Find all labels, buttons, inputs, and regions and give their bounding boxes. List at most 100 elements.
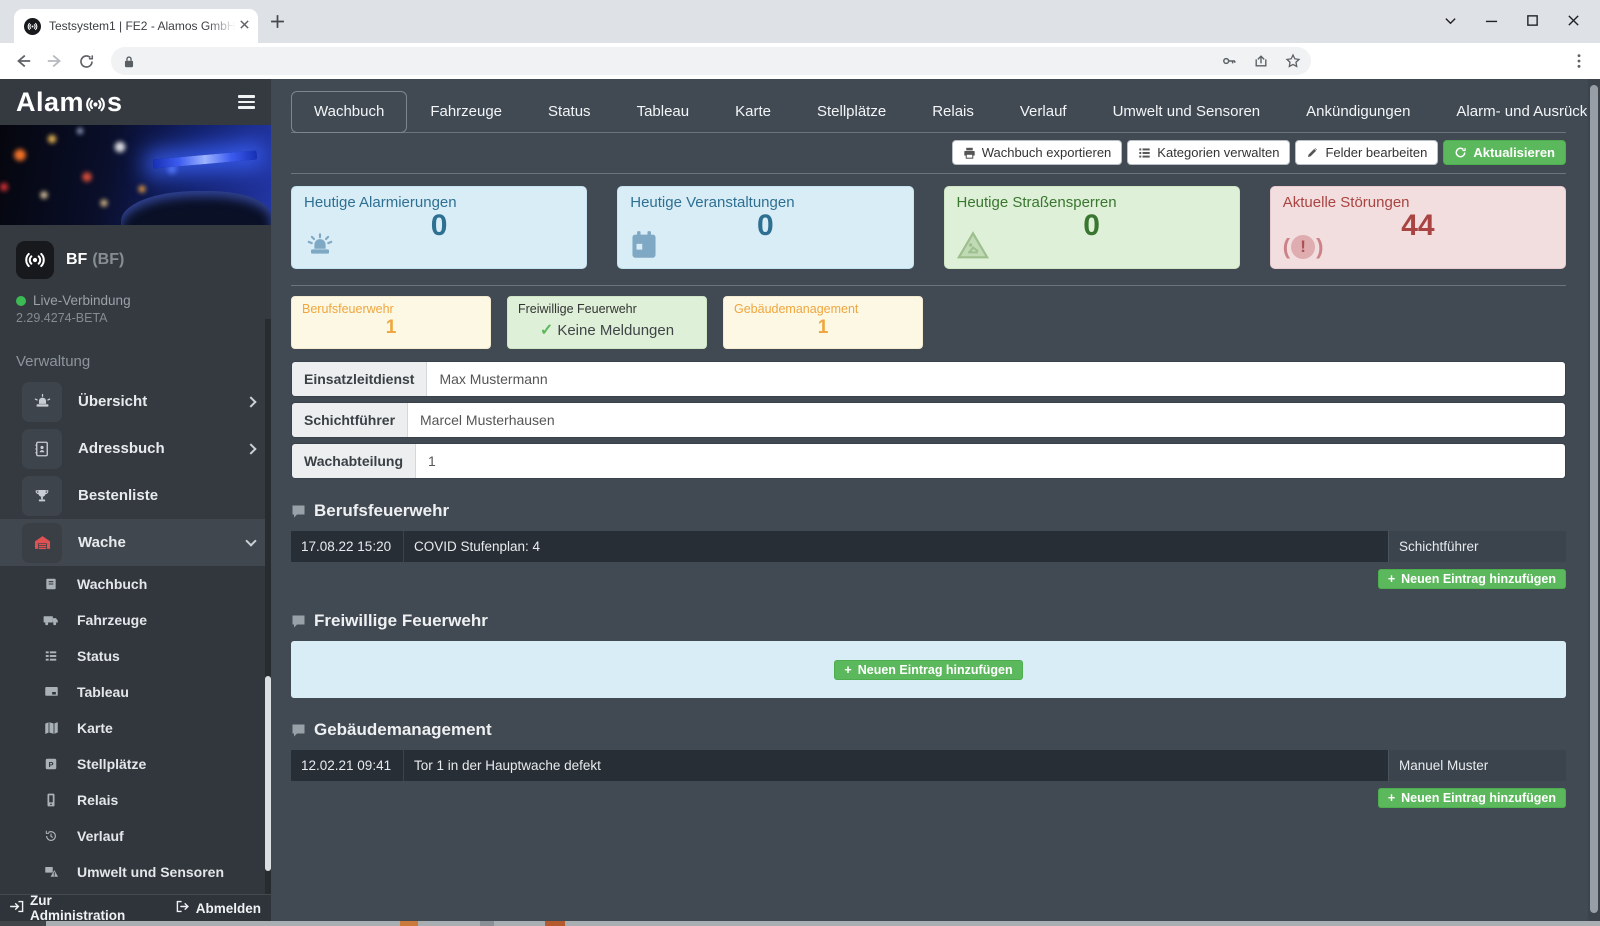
lock-icon[interactable] (123, 55, 135, 68)
back-icon[interactable] (14, 52, 32, 70)
browser-tab-strip: Testsystem1 | FE2 - Alamos GmbH (0, 0, 1600, 43)
sensor-icon (42, 865, 60, 879)
chevron-right-icon (245, 443, 256, 454)
map-icon (42, 721, 60, 735)
sidebar-subitem-status[interactable]: Status (0, 638, 271, 674)
station-name: BF (66, 251, 87, 269)
tab-karte[interactable]: Karte (712, 91, 794, 132)
browser-tab[interactable]: Testsystem1 | FE2 - Alamos GmbH (14, 9, 258, 43)
sidebar-item-wache[interactable]: Wache (0, 519, 271, 566)
calendar-icon (630, 230, 658, 260)
firestation-icon (22, 523, 62, 563)
categories-icon (1138, 147, 1151, 159)
tab-wachbuch[interactable]: Wachbuch (291, 91, 407, 133)
sidebar-subitem-wachbuch[interactable]: Wachbuch (0, 566, 271, 602)
pen-icon (1306, 146, 1319, 159)
close-icon[interactable] (1567, 14, 1580, 27)
star-icon[interactable] (1285, 53, 1301, 69)
sidebar-subitem-stellplaetze[interactable]: P Stellplätze (0, 746, 271, 782)
export-wachbuch-button[interactable]: Wachbuch exportieren (952, 140, 1123, 165)
refresh-icon (1454, 146, 1467, 159)
manage-categories-button[interactable]: Kategorien verwalten (1127, 140, 1290, 165)
action-bar: Wachbuch exportieren Kategorien verwalte… (291, 133, 1566, 174)
tab-stellplaetze[interactable]: Stellplätze (794, 91, 909, 132)
sidebar-footer: Zur Administration Abmelden (0, 894, 271, 921)
sign-out-icon (176, 900, 190, 916)
sidebar-item-label: Übersicht (78, 393, 147, 410)
section-title-freiwillige-feuerwehr: Freiwillige Feuerwehr (291, 611, 1566, 631)
sidebar-subitem-fahrzeuge[interactable]: Fahrzeuge (0, 602, 271, 638)
page-scrollbar[interactable] (1588, 79, 1600, 921)
tab-status[interactable]: Status (525, 91, 614, 132)
station-header: BF (BF) (0, 225, 271, 285)
check-icon: ✓ (540, 322, 553, 339)
tab-relais[interactable]: Relais (909, 91, 997, 132)
history-icon (42, 829, 60, 843)
edit-fields-button[interactable]: Felder bearbeiten (1295, 140, 1438, 165)
stat-cards: Heutige Alarmierungen 0 Heutige Veransta… (291, 174, 1566, 286)
share-icon[interactable] (1253, 53, 1269, 69)
maximize-icon[interactable] (1526, 14, 1539, 27)
chevron-down-icon (245, 535, 256, 546)
menu-dots-icon[interactable] (1572, 53, 1586, 69)
tab-umwelt-und-sensoren[interactable]: Umwelt und Sensoren (1090, 91, 1284, 132)
section-title-berufsfeuerwehr: Berufsfeuerwehr (291, 501, 1566, 521)
admin-link[interactable]: Zur Administration (10, 893, 134, 921)
sidebar-subitem-tableau[interactable]: Tableau (0, 674, 271, 710)
wachabteilung-input[interactable] (416, 444, 1565, 478)
sidebar-subitem-karte[interactable]: Karte (0, 710, 271, 746)
reload-icon[interactable] (78, 53, 95, 70)
sidebar-subitem-umwelt[interactable]: Umwelt und Sensoren (0, 854, 271, 890)
new-tab-button[interactable] (270, 14, 285, 34)
logout-link[interactable]: Abmelden (176, 900, 261, 916)
stat-value: 0 (630, 209, 900, 243)
add-entry-button-freiwillige-feuerwehr[interactable]: + Neuen Eintrag hinzufügen (834, 660, 1022, 680)
field-schichtfuehrer: Schichtführer (291, 402, 1566, 438)
sidebar-item-bestenliste[interactable]: Bestenliste (0, 472, 271, 519)
add-entry-button-berufsfeuerwehr[interactable]: + Neuen Eintrag hinzufügen (1378, 569, 1566, 589)
stat-card-strassensperren: Heutige Straßensperren 0 (944, 186, 1240, 269)
tab-verlauf[interactable]: Verlauf (997, 91, 1090, 132)
tab-fahrzeuge[interactable]: Fahrzeuge (407, 91, 525, 132)
minimize-icon[interactable] (1485, 14, 1498, 27)
sidebar-scrollbar[interactable] (265, 319, 271, 894)
tab-alarm-und-ausrueckeordnung[interactable]: Alarm- und Ausrückeordnung (1433, 91, 1588, 132)
refresh-button[interactable]: Aktualisieren (1443, 140, 1566, 165)
plus-icon: + (1388, 791, 1395, 805)
browser-toolbar (0, 43, 1600, 79)
sidebar-subitem-relais[interactable]: Relais (0, 782, 271, 818)
add-entry-button-gebaeudemanagement[interactable]: + Neuen Eintrag hinzufügen (1378, 788, 1566, 808)
key-icon[interactable] (1221, 53, 1237, 69)
addressbook-icon (22, 429, 62, 469)
wachbuch-entry-row[interactable]: 17.08.22 15:20 COVID Stufenplan: 4 Schic… (291, 531, 1566, 562)
sidebar-toggle-icon[interactable] (238, 95, 255, 109)
tab-title: Testsystem1 | FE2 - Alamos GmbH (49, 19, 235, 33)
wache-submenu: Wachbuch Fahrzeuge Status (0, 566, 271, 921)
category-cards: Berufsfeuerwehr 1 Freiwillige Feuerwehr … (291, 286, 1566, 349)
stat-card-stoerungen: Aktuelle Störungen 44 (!) (1270, 186, 1566, 269)
live-dot-icon (16, 296, 26, 306)
tab-tableau[interactable]: Tableau (614, 91, 713, 132)
sidebar-item-uebersicht[interactable]: Übersicht (0, 378, 271, 425)
version-label: 2.29.4274-BETA (0, 308, 271, 335)
sidebar-subitem-verlauf[interactable]: Verlauf (0, 818, 271, 854)
window-dropdown-icon[interactable] (1444, 14, 1457, 27)
trophy-icon (22, 476, 62, 516)
stat-card-alarmierungen: Heutige Alarmierungen 0 (291, 186, 587, 269)
einsatzleitdienst-input[interactable] (427, 362, 1565, 396)
monitor-icon (42, 685, 60, 699)
roadworks-icon (957, 230, 989, 260)
address-bar[interactable] (111, 47, 1311, 75)
tab-ankuendigungen[interactable]: Ankündigungen (1283, 91, 1433, 132)
section-title-gebaeudemanagement: Gebäudemanagement (291, 720, 1566, 740)
sidebar-item-adressbuch[interactable]: Adressbuch (0, 425, 271, 472)
entry-date: 17.08.22 15:20 (291, 531, 404, 562)
taskbar-edge (0, 921, 1600, 926)
schichtfuehrer-input[interactable] (408, 403, 1565, 437)
sidebar-item-label: Adressbuch (78, 440, 165, 457)
forward-icon[interactable] (46, 52, 64, 70)
tab-close-icon[interactable] (239, 17, 250, 35)
entry-author: Manuel Muster (1388, 750, 1566, 781)
plus-icon: + (1388, 572, 1395, 586)
wachbuch-entry-row[interactable]: 12.02.21 09:41 Tor 1 in der Hauptwache d… (291, 750, 1566, 781)
